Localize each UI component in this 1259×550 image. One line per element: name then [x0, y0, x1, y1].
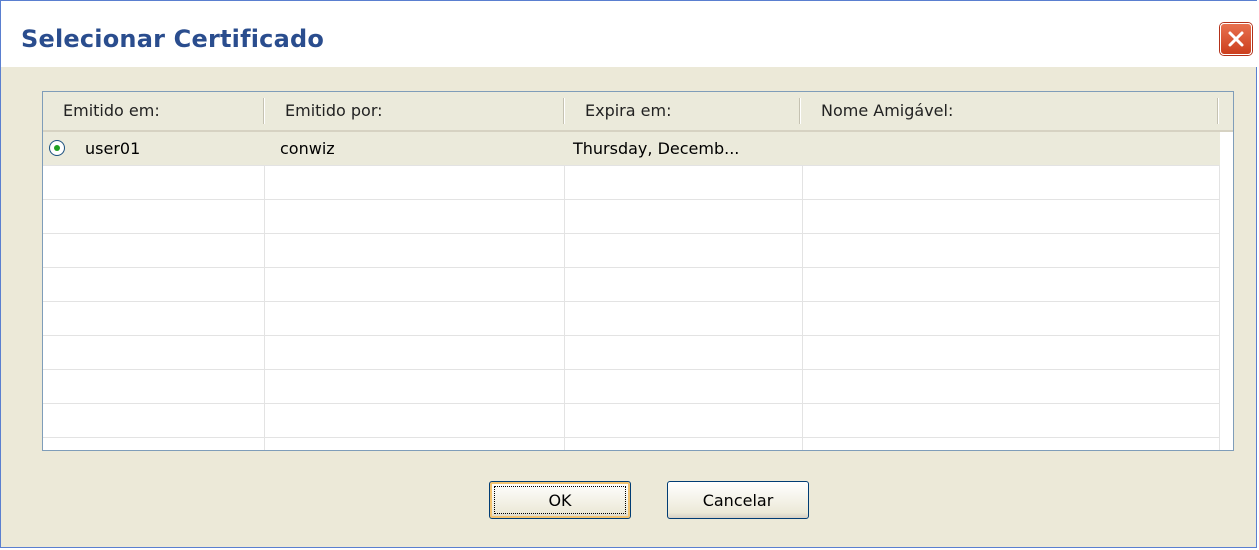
cell-expires: Thursday, Decemb... [573, 139, 740, 158]
empty-row [43, 200, 1220, 234]
empty-row [43, 268, 1220, 302]
cell-issued-by: conwiz [280, 139, 335, 158]
empty-row [43, 234, 1220, 268]
empty-row [43, 370, 1220, 404]
table-row[interactable]: user01 conwiz Thursday, Decemb... [43, 132, 1220, 166]
empty-row [43, 404, 1220, 438]
column-header-expires[interactable]: Expira em: [565, 92, 799, 130]
ok-button[interactable]: OK [489, 481, 631, 519]
window-title: Selecionar Certificado [21, 25, 325, 53]
title-bar[interactable]: Selecionar Certificado [1, 1, 1258, 67]
cancel-button[interactable]: Cancelar [667, 481, 809, 519]
column-header-issued-by[interactable]: Emitido por: [265, 92, 563, 130]
dialog-body: Emitido em: Emitido por: Expira em: Nome… [9, 67, 1250, 539]
focus-rectangle [494, 486, 626, 514]
column-divider[interactable] [1217, 98, 1219, 124]
certificate-list[interactable]: Emitido em: Emitido por: Expira em: Nome… [42, 91, 1234, 451]
column-header-friendly-name[interactable]: Nome Amigável: [801, 92, 1217, 130]
empty-row [43, 302, 1220, 336]
empty-row [43, 166, 1220, 200]
table-header: Emitido em: Emitido por: Expira em: Nome… [43, 92, 1233, 132]
cell-issued-to: user01 [85, 139, 141, 158]
radio-selected-icon[interactable] [49, 140, 65, 156]
dialog-window: Selecionar Certificado Emitido em: Emiti… [0, 0, 1258, 548]
column-header-issued-to[interactable]: Emitido em: [43, 92, 263, 130]
close-button[interactable] [1220, 23, 1252, 55]
close-icon [1227, 30, 1245, 48]
cancel-button-label: Cancelar [702, 490, 774, 510]
empty-row [43, 336, 1220, 370]
